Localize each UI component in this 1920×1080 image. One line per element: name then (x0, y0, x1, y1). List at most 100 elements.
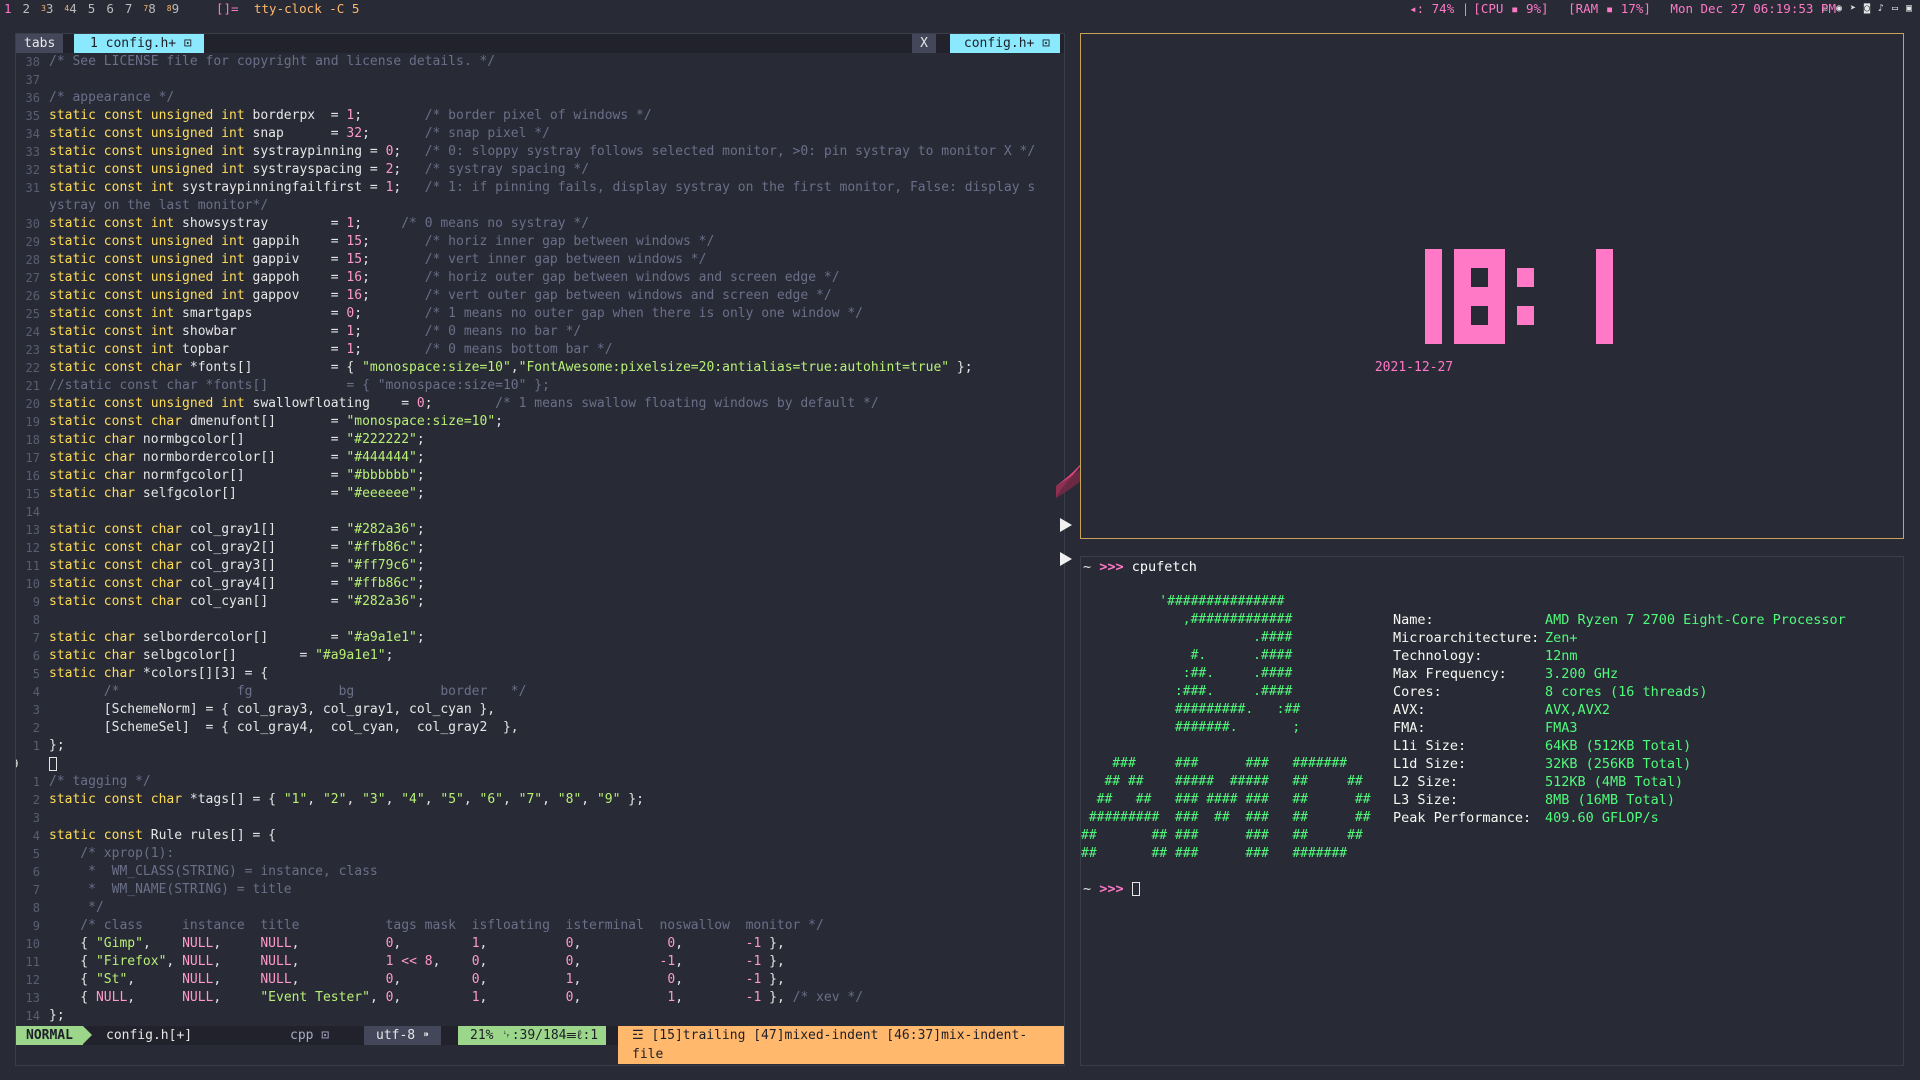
code-line[interactable]: 23 static const int topbar = 1; /* 0 mean… (16, 341, 1064, 359)
line-number: 37 (25, 73, 40, 87)
statusline-filename: config.h[+] (106, 1028, 193, 1043)
code-line[interactable]: 1 /* tagging */ (16, 773, 1064, 791)
line-number: 10 (25, 937, 40, 951)
code-line[interactable]: 9 static const char col_cyan[] = "#282a36… (16, 593, 1064, 611)
code-line[interactable]: 39 (16, 755, 1064, 773)
code-line[interactable]: 27 static const unsigned int gappoh = 16;… (16, 269, 1064, 287)
code-line[interactable]: 6 static char selbgcolor[] = "#a9a1e1"; (16, 647, 1064, 665)
code-line[interactable]: 30 static const int showsystray = 1; /* 0… (16, 215, 1064, 233)
tag-6[interactable]: 6 (106, 0, 114, 17)
line-text: static const Rule rules[] = { (49, 828, 276, 843)
code-line[interactable]: 3 [SchemeNorm] = { col_gray3, col_gray1,… (16, 701, 1064, 719)
code-line[interactable]: 34 static const unsigned int snap = 32; /… (16, 125, 1064, 143)
line-number: 25 (25, 307, 40, 321)
code-line[interactable]: 31 static const int systraypinningfailfir… (16, 179, 1064, 197)
code-line[interactable]: 15 static char selfgcolor[] = "#eeeeee"; (16, 485, 1064, 503)
info-value: 64KB (512KB Total) (1545, 738, 1692, 754)
clock-window[interactable]: 2021-12-27 (1080, 33, 1904, 539)
tag-7[interactable]: 7 (125, 0, 133, 17)
line-number: 4 (32, 685, 40, 699)
code-line[interactable]: 35 static const unsigned int borderpx = 1… (16, 107, 1064, 125)
line-text: static const int smartgaps = 0; /* 1 mea… (49, 306, 863, 321)
close-tab-button[interactable]: X (912, 34, 936, 53)
home-tilde: ~ (1083, 881, 1100, 897)
code-line[interactable]: 14 (16, 503, 1064, 521)
code-line[interactable]: 10 static const char col_gray4[] = "#ffb8… (16, 575, 1064, 593)
steam-icon[interactable]: ◉ (1834, 3, 1844, 14)
code-line[interactable]: 11 static const char col_gray3[] = "#ff79… (16, 557, 1064, 575)
code-line[interactable]: 36 /* appearance */ (16, 89, 1064, 107)
code-line[interactable]: 18 static char normbgcolor[] = "#222222"; (16, 431, 1064, 449)
code-line[interactable]: 22 static const char *fonts[] = { "monosp… (16, 359, 1064, 377)
code-line[interactable]: 12 static const char col_gray2[] = "#ffb8… (16, 539, 1064, 557)
code-line[interactable]: 7 static char selbordercolor[] = "#a9a1e1… (16, 629, 1064, 647)
statusline-warnings: ☲ [15]trailing [47]mixed-indent [46:37]m… (618, 1026, 1064, 1064)
code-line[interactable]: 37 (16, 71, 1064, 89)
code-line[interactable]: 8 */ (16, 899, 1064, 917)
code-line[interactable]: 21 //static const char *fonts[] = { "mono… (16, 377, 1064, 395)
line-number: 14 (25, 505, 40, 519)
line-number: 7 (32, 631, 40, 645)
code-line[interactable]: 5 /* xprop(1): (16, 845, 1064, 863)
code-line[interactable]: 16 static char normfgcolor[] = "#bbbbbb"; (16, 467, 1064, 485)
code-line[interactable]: 14}; (16, 1007, 1064, 1023)
code-line[interactable]: 38 /* See LICENSE file for copyright and … (16, 53, 1064, 71)
tag-4[interactable]: 44 (64, 0, 76, 17)
code-line[interactable]: ystray on the last monitor*/ (16, 197, 1064, 215)
code-line[interactable]: 19 static const char dmenufont[] = "monos… (16, 413, 1064, 431)
code-line[interactable]: 8 (16, 611, 1064, 629)
line-number: 9 (32, 595, 40, 609)
code-line[interactable]: 9 /* class instance title tags mask isfl… (16, 917, 1064, 935)
line-number: 27 (25, 271, 40, 285)
code-line[interactable]: 6 * WM_CLASS(STRING) = instance, class (16, 863, 1064, 881)
terminal-prompt-active[interactable]: ~ >>> (1083, 881, 1140, 897)
tag-8[interactable]: 78 (143, 0, 155, 17)
layout-indicator[interactable]: []= (216, 0, 239, 17)
code-line[interactable]: 13 { NULL, NULL, "Event Tester", 0, 1, 0… (16, 989, 1064, 1007)
tab-config-h[interactable]: 1 config.h+ ⊡ (74, 34, 204, 53)
code-line[interactable]: 2 [SchemeSel] = { col_gray4, col_cyan, c… (16, 719, 1064, 737)
display-icon[interactable]: ▭ (1890, 3, 1900, 14)
logo-line: '############### (1081, 594, 1285, 609)
code-line[interactable]: 28 static const unsigned int gappiv = 15;… (16, 251, 1064, 269)
code-line[interactable]: 26 static const unsigned int gappov = 16;… (16, 287, 1064, 305)
tag-2[interactable]: 2 (23, 0, 31, 17)
logo-line: ######### ### ## ### ## ## (1081, 810, 1371, 825)
terminal-window[interactable]: ~ >>> cpufetch '############### ,#######… (1080, 556, 1904, 1066)
tag-3[interactable]: 33 (41, 0, 53, 17)
code-line[interactable]: 33 static const unsigned int systraypinni… (16, 143, 1064, 161)
discord-icon[interactable]: ◙ (1862, 3, 1872, 14)
current-buffer[interactable]: config.h+ ⊡ (949, 34, 1060, 53)
code-line[interactable]: 25 static const int smartgaps = 0; /* 1 m… (16, 305, 1064, 323)
code-line[interactable]: 3 (16, 809, 1064, 827)
telegram-icon[interactable]: ➤ (1848, 3, 1858, 14)
flame-icon[interactable]: ♨ (1820, 3, 1830, 14)
tag-5[interactable]: 5 (88, 0, 96, 17)
code-area[interactable]: 38/* See LICENSE file for copyright and … (16, 53, 1064, 1023)
code-line[interactable]: 4 static const Rule rules[] = { (16, 827, 1064, 845)
code-line[interactable]: 20 static const unsigned int swallowfloat… (16, 395, 1064, 413)
code-line[interactable]: 11 { "Firefox", NULL, NULL, 1 << 8, 0, 0… (16, 953, 1064, 971)
code-line[interactable]: 5 static char *colors[][3] = { (16, 665, 1064, 683)
code-line[interactable]: 12 { "St", NULL, NULL, 0, 0, 1, 0, -1 }, (16, 971, 1064, 989)
info-value: 3.200 GHz (1545, 666, 1619, 682)
code-line[interactable]: 10 { "Gimp", NULL, NULL, 0, 1, 0, 0, -1 … (16, 935, 1064, 953)
code-line[interactable]: 32 static const unsigned int systrayspaci… (16, 161, 1064, 179)
code-line[interactable]: 29 static const unsigned int gappih = 15;… (16, 233, 1064, 251)
line-number: 22 (25, 361, 40, 375)
layout-icon[interactable]: ▣ (1904, 3, 1914, 14)
code-line[interactable]: 7 * WM_NAME(STRING) = title (16, 881, 1064, 899)
code-line[interactable]: 17 static char normbordercolor[] = "#4444… (16, 449, 1064, 467)
tag-9[interactable]: 89 (167, 0, 179, 17)
code-line[interactable]: 4 /* fg bg border */ (16, 683, 1064, 701)
code-line[interactable]: 24 static const int showbar = 1; /* 0 mea… (16, 323, 1064, 341)
code-line[interactable]: 1}; (16, 737, 1064, 755)
window-title: tty-clock -C 5 (254, 1, 360, 16)
code-line[interactable]: 13 static const char col_gray1[] = "#282a… (16, 521, 1064, 539)
tag-1[interactable]: 1 (4, 0, 12, 17)
code-line[interactable]: 2 static const char *tags[] = { "1", "2",… (16, 791, 1064, 809)
volume-icon[interactable]: ♪ (1876, 3, 1886, 14)
tag-label: 6 (106, 1, 114, 16)
editor-window[interactable]: tabs 1 config.h+ ⊡ X config.h+ ⊡ 38/* Se… (15, 33, 1065, 1066)
info-label: L1i Size: (1393, 738, 1467, 754)
